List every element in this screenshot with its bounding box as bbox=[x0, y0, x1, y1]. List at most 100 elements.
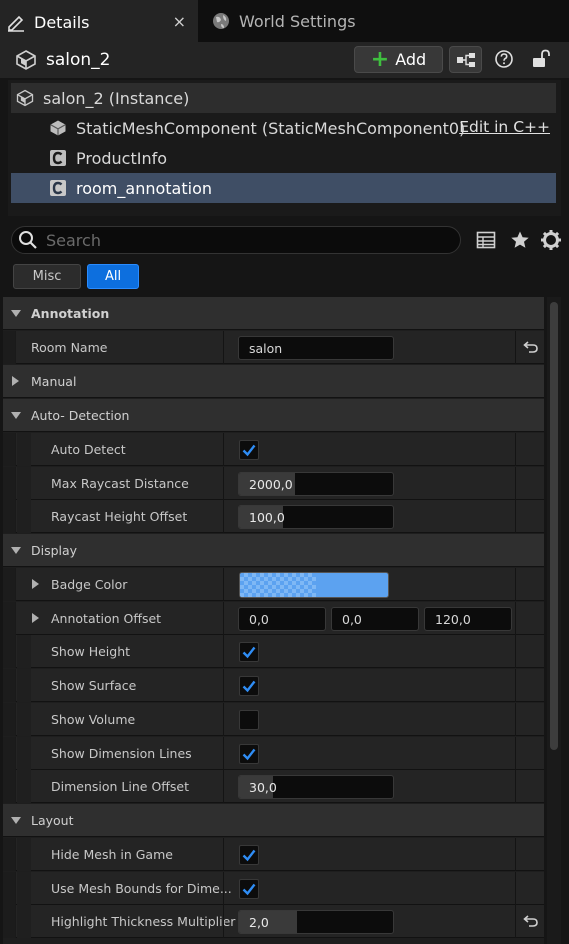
field-value: 2000,0 bbox=[249, 477, 293, 492]
prop-dimension-line-offset: Dimension Line Offset 30,0 bbox=[3, 770, 544, 803]
prop-label: Use Mesh Bounds for Dime... bbox=[51, 881, 232, 896]
tab-world-settings[interactable]: World Settings bbox=[205, 0, 405, 42]
tab-label: World Settings bbox=[239, 11, 356, 31]
reset-arrow-icon[interactable] bbox=[523, 913, 539, 932]
actor-name: salon_2 bbox=[46, 50, 111, 70]
pencil-icon bbox=[6, 12, 26, 32]
filter-misc-button[interactable]: Misc bbox=[13, 264, 81, 289]
add-component-button[interactable]: + Add bbox=[354, 46, 443, 73]
category-annotation[interactable]: Annotation bbox=[3, 297, 544, 330]
prop-use-mesh-bounds: Use Mesh Bounds for Dime... bbox=[3, 872, 544, 905]
prop-label: Annotation Offset bbox=[51, 611, 162, 626]
dimension-line-offset-input[interactable]: 30,0 bbox=[238, 775, 394, 799]
tab-label: Details bbox=[34, 12, 90, 32]
room-name-input[interactable]: salon bbox=[238, 336, 394, 360]
scrollbar-thumb[interactable] bbox=[550, 302, 558, 750]
edit-in-cpp-link[interactable]: Edit in C++ bbox=[459, 118, 550, 136]
csharp-class-icon bbox=[48, 148, 68, 168]
offset-x-input[interactable]: 0,0 bbox=[238, 607, 326, 631]
prop-max-raycast-distance: Max Raycast Distance 2000,0 bbox=[3, 467, 544, 500]
close-icon[interactable]: × bbox=[173, 12, 186, 31]
max-raycast-input[interactable]: 2000,0 bbox=[238, 472, 394, 496]
prop-auto-detect: Auto Detect bbox=[3, 433, 544, 466]
highlight-thickness-input[interactable]: 2,0 bbox=[238, 910, 394, 934]
hide-mesh-checkbox[interactable] bbox=[239, 845, 259, 865]
offset-y-input[interactable]: 0,0 bbox=[331, 607, 419, 631]
tree-root-label: salon_2 (Instance) bbox=[43, 88, 190, 108]
csharp-class-icon bbox=[48, 178, 68, 198]
tree-item-room-annotation[interactable]: room_annotation bbox=[11, 173, 556, 203]
show-volume-checkbox[interactable] bbox=[239, 710, 259, 730]
expand-arrow-icon[interactable] bbox=[32, 579, 39, 589]
field-value: 2,0 bbox=[249, 915, 269, 930]
category-label: Manual bbox=[31, 374, 77, 389]
raycast-height-input[interactable]: 100,0 bbox=[238, 505, 394, 529]
tree-root-instance[interactable]: salon_2 (Instance) bbox=[11, 83, 556, 113]
checkmark-icon bbox=[242, 748, 256, 761]
category-layout[interactable]: Layout bbox=[3, 804, 544, 837]
category-display[interactable]: Display bbox=[3, 534, 544, 567]
tab-details[interactable]: Details × bbox=[0, 0, 198, 42]
hierarchy-button[interactable] bbox=[449, 46, 482, 73]
prop-label: Hide Mesh in Game bbox=[51, 847, 173, 862]
category-label: Display bbox=[31, 543, 78, 558]
tree-item-productinfo[interactable]: ProductInfo bbox=[11, 143, 556, 173]
expand-arrow-icon[interactable] bbox=[32, 613, 39, 623]
checkmark-icon bbox=[242, 883, 256, 896]
expand-arrow-icon bbox=[11, 412, 21, 419]
category-manual[interactable]: Manual bbox=[3, 365, 544, 398]
checkmark-icon bbox=[242, 444, 256, 457]
checkmark-icon bbox=[242, 680, 256, 693]
actor-cube-icon bbox=[15, 88, 35, 108]
prop-label: Max Raycast Distance bbox=[51, 476, 189, 491]
prop-label: Show Height bbox=[51, 644, 131, 659]
prop-badge-color: Badge Color bbox=[3, 568, 544, 601]
use-mesh-bounds-checkbox[interactable] bbox=[239, 879, 259, 899]
prop-raycast-height-offset: Raycast Height Offset 100,0 bbox=[3, 500, 544, 533]
category-label: Annotation bbox=[31, 306, 110, 321]
prop-show-volume: Show Volume bbox=[3, 703, 544, 736]
prop-room-name: Room Name salon bbox=[3, 331, 544, 364]
category-auto-detection[interactable]: Auto- Detection bbox=[3, 399, 544, 432]
prop-annotation-offset: Annotation Offset 0,0 0,0 120,0 bbox=[3, 602, 544, 635]
badge-color-swatch[interactable] bbox=[239, 572, 389, 598]
filter-all-button[interactable]: All bbox=[87, 264, 139, 289]
auto-detect-checkbox[interactable] bbox=[239, 440, 259, 460]
help-icon[interactable] bbox=[494, 49, 514, 73]
expand-arrow-icon bbox=[11, 817, 21, 824]
show-dimension-lines-checkbox[interactable] bbox=[239, 744, 259, 764]
prop-show-surface: Show Surface bbox=[3, 669, 544, 702]
tree-item-label: ProductInfo bbox=[76, 148, 168, 168]
add-label: Add bbox=[395, 50, 427, 69]
prop-label: Raycast Height Offset bbox=[51, 509, 188, 524]
checkmark-icon bbox=[242, 646, 256, 659]
prop-label: Show Surface bbox=[51, 678, 137, 693]
prop-show-height: Show Height bbox=[3, 635, 544, 668]
tab-bar: Details × World Settings bbox=[0, 0, 569, 42]
actor-cube-icon bbox=[14, 48, 38, 76]
globe-icon bbox=[211, 11, 231, 31]
prop-label: Dimension Line Offset bbox=[51, 779, 189, 794]
tree-item-static-mesh[interactable]: StaticMeshComponent (StaticMeshComponent… bbox=[11, 113, 556, 143]
gear-icon[interactable] bbox=[540, 229, 562, 255]
prop-label: Show Volume bbox=[51, 712, 136, 727]
prop-show-dimension-lines: Show Dimension Lines bbox=[3, 737, 544, 770]
star-icon[interactable] bbox=[510, 230, 530, 254]
show-surface-checkbox[interactable] bbox=[239, 676, 259, 696]
reset-arrow-icon[interactable] bbox=[523, 339, 539, 358]
plus-icon: + bbox=[370, 46, 390, 72]
category-label: Auto- Detection bbox=[31, 408, 130, 423]
field-value: 30,0 bbox=[249, 780, 277, 795]
tree-item-label: room_annotation bbox=[76, 178, 212, 198]
search-icon bbox=[18, 230, 38, 250]
table-view-icon[interactable] bbox=[476, 230, 496, 254]
offset-z-input[interactable]: 120,0 bbox=[424, 607, 512, 631]
search-bar bbox=[11, 226, 461, 254]
show-height-checkbox[interactable] bbox=[239, 642, 259, 662]
checkmark-icon bbox=[242, 849, 256, 862]
field-value: 100,0 bbox=[249, 510, 285, 525]
search-input[interactable] bbox=[44, 229, 424, 251]
expand-arrow-icon bbox=[12, 376, 19, 386]
hierarchy-icon bbox=[456, 52, 476, 68]
unlock-icon[interactable] bbox=[531, 48, 551, 74]
